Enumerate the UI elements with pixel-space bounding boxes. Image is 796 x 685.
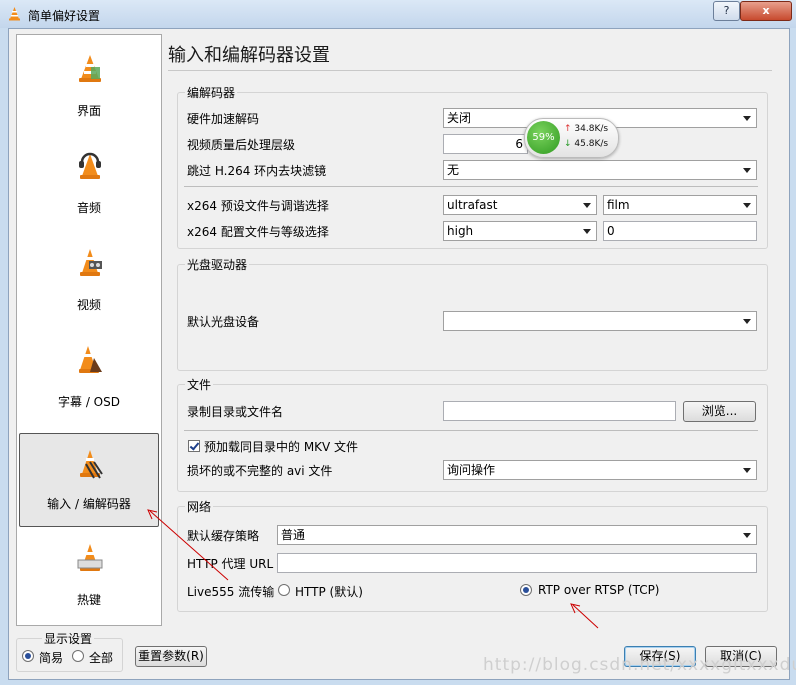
- window-title: 简单偏好设置: [28, 9, 101, 23]
- sidebar-item-subtitles-osd[interactable]: 字幕 / OSD: [18, 330, 160, 424]
- preload-mkv-checkbox[interactable]: [188, 440, 200, 452]
- network-group-title: 网络: [185, 498, 214, 515]
- heading-divider: [168, 70, 772, 71]
- preload-mkv-label[interactable]: 预加载同目录中的 MKV 文件: [204, 438, 358, 455]
- sidebar-item-label: 界面: [76, 104, 101, 118]
- x264-preset-value: ultrafast: [447, 198, 498, 212]
- close-button[interactable]: x: [740, 1, 792, 21]
- x264-tune-select[interactable]: film: [603, 195, 757, 215]
- vlc-app-icon: [9, 7, 20, 21]
- upload-speed: ↑ 34.8K/s: [564, 124, 608, 134]
- sidebar-item-interface[interactable]: 界面: [18, 39, 160, 133]
- skip-loop-filter-select[interactable]: 无: [443, 160, 757, 180]
- vlc-cone-input-icon: [80, 450, 103, 479]
- sidebar-item-hotkeys[interactable]: 热键: [18, 528, 160, 622]
- help-button[interactable]: ?: [713, 1, 740, 21]
- sidebar-item-audio[interactable]: 音频: [18, 136, 160, 230]
- arrow-up-icon: ↑: [564, 124, 572, 134]
- reset-preferences-button[interactable]: 重置参数(R): [135, 646, 207, 667]
- vlc-cone-audio-icon: [79, 152, 101, 179]
- sidebar-item-label: 视频: [76, 298, 101, 312]
- live555-label: Live555 流传输: [187, 585, 275, 599]
- chevron-down-icon: [743, 116, 751, 121]
- x264-profile-select[interactable]: high: [443, 221, 597, 241]
- vlc-cone-hotkeys-icon: [77, 544, 103, 571]
- live555-http-radio[interactable]: [278, 584, 290, 596]
- chevron-down-icon: [743, 319, 751, 324]
- http-proxy-input[interactable]: [277, 553, 757, 573]
- hw-decoding-label: 硬件加速解码: [187, 112, 260, 126]
- show-all-radio[interactable]: [72, 650, 84, 662]
- files-group-title: 文件: [185, 376, 214, 393]
- postproc-spinbox[interactable]: 6: [443, 134, 528, 154]
- sidebar-item-input-codecs[interactable]: 输入 / 编解码器: [19, 433, 159, 527]
- sidebar-item-label: 输入 / 编解码器: [47, 497, 131, 511]
- x264-preset-select[interactable]: ultrafast: [443, 195, 597, 215]
- chevron-down-icon: [743, 203, 751, 208]
- record-dir-label: 录制目录或文件名: [187, 405, 284, 419]
- show-simple-label[interactable]: 简易: [39, 649, 63, 666]
- show-all-label[interactable]: 全部: [89, 649, 113, 666]
- files-separator: [184, 430, 758, 431]
- sidebar-item-label: 字幕 / OSD: [58, 395, 120, 409]
- damaged-avi-select[interactable]: 询问操作: [443, 460, 757, 480]
- vlc-cone-interface-icon: [79, 55, 101, 82]
- show-settings-title: 显示设置: [42, 630, 95, 647]
- chevron-down-icon: [743, 168, 751, 173]
- browse-button[interactable]: 浏览...: [683, 401, 756, 422]
- blog-watermark: http://blog.csdn.net/xxxxgitxxxdu: [483, 655, 796, 675]
- category-sidebar: 界面 音频 视频 字幕 / OSD 输入 / 编解码器 热键: [16, 34, 162, 626]
- codecs-separator: [184, 186, 758, 187]
- hw-decoding-value: 关闭: [447, 111, 472, 125]
- title-bar: [0, 0, 796, 28]
- vlc-cone-subtitles-icon: [79, 346, 102, 373]
- damaged-avi-label: 损坏的或不完整的 avi 文件: [187, 464, 333, 478]
- cache-policy-label: 默认缓存策略: [187, 529, 260, 543]
- x264-level-input[interactable]: 0: [603, 221, 757, 241]
- chevron-down-icon: [743, 468, 751, 473]
- live555-rtsp-radio[interactable]: [520, 584, 532, 596]
- x264-profile-label: x264 配置文件与等级选择: [187, 225, 329, 239]
- postproc-label: 视频质量后处理层级: [187, 138, 296, 152]
- x264-tune-value: film: [607, 198, 630, 212]
- damaged-avi-value: 询问操作: [447, 463, 496, 477]
- download-speed-value: 45.8K/s: [574, 139, 609, 149]
- sidebar-item-label: 热键: [76, 593, 101, 607]
- cache-policy-value: 普通: [281, 528, 306, 542]
- sidebar-item-video[interactable]: 视频: [18, 233, 160, 327]
- skip-loop-filter-label: 跳过 H.264 环内去块滤镜: [187, 164, 327, 178]
- default-disc-device-label: 默认光盘设备: [187, 315, 260, 329]
- chevron-down-icon: [743, 533, 751, 538]
- chevron-down-icon: [583, 229, 591, 234]
- upload-speed-value: 34.8K/s: [574, 124, 609, 134]
- bandwidth-percent-badge: 59%: [527, 121, 560, 154]
- vlc-cone-video-icon: [80, 249, 102, 276]
- default-disc-device-select[interactable]: [443, 311, 757, 331]
- download-speed: ↓ 45.8K/s: [564, 139, 608, 149]
- live555-rtsp-label[interactable]: RTP over RTSP (TCP): [538, 583, 660, 597]
- network-speed-widget[interactable]: 59% ↑ 34.8K/s ↓ 45.8K/s: [524, 118, 619, 158]
- record-dir-input[interactable]: [443, 401, 676, 421]
- http-proxy-label: HTTP 代理 URL: [187, 557, 274, 571]
- live555-http-label[interactable]: HTTP (默认): [295, 583, 363, 600]
- page-title: 输入和编解码器设置: [168, 45, 330, 66]
- sidebar-item-label: 音频: [76, 201, 101, 215]
- x264-preset-label: x264 预设文件与调谐选择: [187, 199, 329, 213]
- cache-policy-select[interactable]: 普通: [277, 525, 757, 545]
- show-simple-radio[interactable]: [22, 650, 34, 662]
- chevron-down-icon: [583, 203, 591, 208]
- x264-profile-value: high: [447, 224, 474, 238]
- codecs-group-title: 编解码器: [185, 84, 238, 101]
- arrow-down-icon: ↓: [564, 139, 572, 149]
- skip-loop-filter-value: 无: [447, 163, 460, 177]
- optical-drive-group-title: 光盘驱动器: [185, 256, 250, 273]
